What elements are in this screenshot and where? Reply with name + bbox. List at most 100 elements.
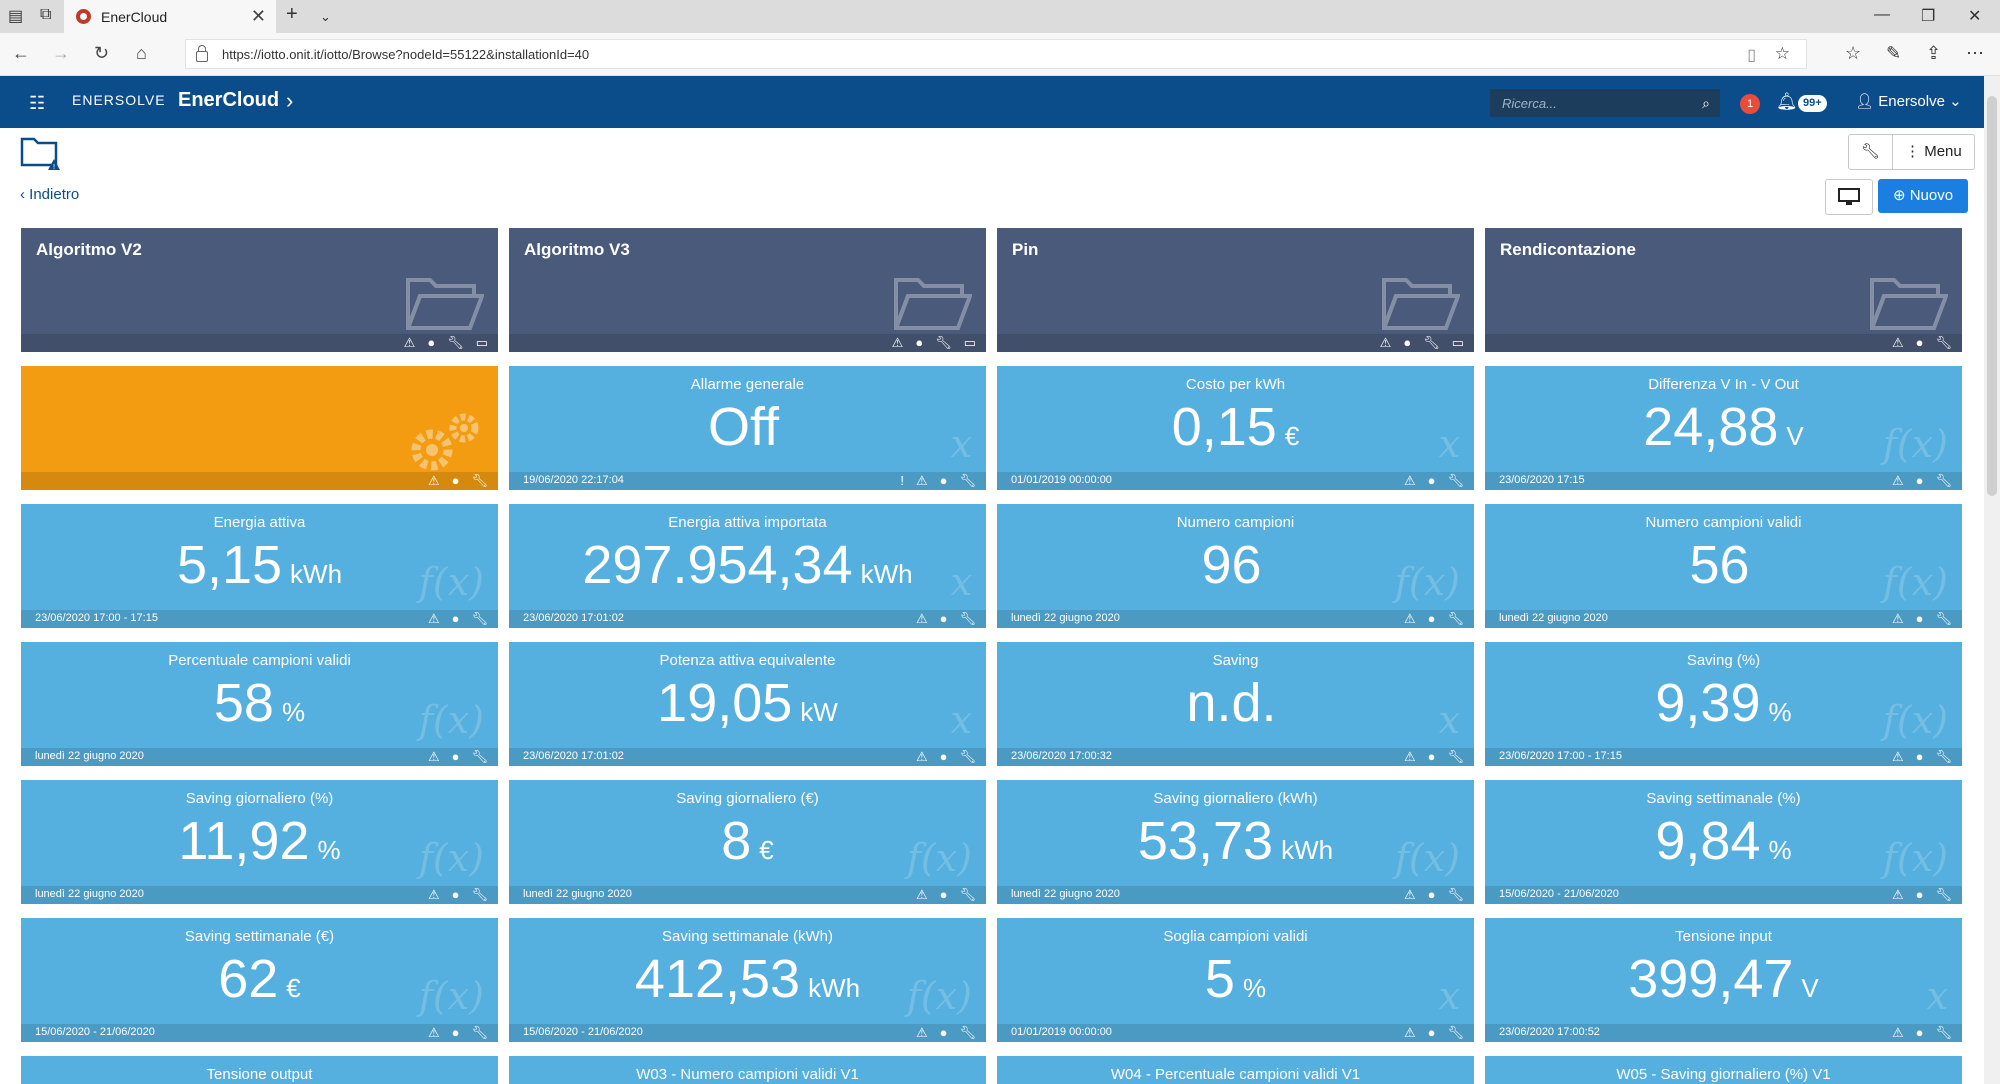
- warning-icon[interactable]: ⚠: [916, 611, 928, 627]
- comment-icon[interactable]: ●: [1428, 611, 1436, 627]
- metric-tile[interactable]: Energia attiva importata 297.954,34 kWh x…: [509, 504, 986, 628]
- comment-icon[interactable]: ●: [452, 749, 460, 765]
- comment-icon[interactable]: ●: [1428, 473, 1436, 489]
- comment-icon[interactable]: ●: [1916, 1025, 1924, 1041]
- warning-icon[interactable]: ⚠: [1892, 473, 1904, 489]
- url-field[interactable]: https://iotto.onit.it/iotto/Browse?nodeI…: [185, 39, 1807, 69]
- comment-icon[interactable]: ●: [452, 887, 460, 903]
- home-icon[interactable]: ⌂: [136, 43, 147, 64]
- comment-icon[interactable]: ●: [940, 1025, 948, 1041]
- metric-tile[interactable]: W03 - Numero campioni validi V1: [509, 1056, 986, 1084]
- notification-count-badge[interactable]: 99+: [1798, 95, 1827, 112]
- comment-icon[interactable]: ●: [1916, 611, 1924, 627]
- restore-icon[interactable]: ❐: [1921, 6, 1935, 26]
- folder-tile[interactable]: Pin ⚠ ● 🔧︎ ▭: [997, 228, 1474, 352]
- metric-tile[interactable]: Saving settimanale (€) 62 € f(x) 15/06/20…: [21, 918, 498, 1042]
- set-aside-tabs-icon[interactable]: ⧉: [40, 6, 51, 24]
- warning-icon[interactable]: ⚠: [1892, 887, 1904, 903]
- warning-icon[interactable]: ⚠: [428, 1025, 440, 1041]
- metric-tile[interactable]: Allarme generale Off x 19/06/2020 22:17:…: [509, 366, 986, 490]
- wrench-icon[interactable]: 🔧︎: [471, 887, 488, 903]
- metric-tile[interactable]: Saving (%) 9,39% f(x) 23/06/2020 17:00 -…: [1485, 642, 1962, 766]
- folder-tile[interactable]: Algoritmo V3 ⚠ ● 🔧︎ ▭: [509, 228, 986, 352]
- new-tab-icon[interactable]: +: [286, 3, 298, 26]
- exclamation-icon[interactable]: !: [900, 473, 904, 489]
- metric-tile[interactable]: Tensione output: [21, 1056, 498, 1084]
- metric-tile[interactable]: W04 - Percentuale campioni validi V1: [997, 1056, 1474, 1084]
- bell-icon[interactable]: 🔔︎: [1776, 92, 1798, 112]
- metric-tile[interactable]: Costo per kWh 0,15 € x 01/01/2019 00:00:0…: [997, 366, 1474, 490]
- browser-tab[interactable]: EnerCloud ✕: [64, 0, 276, 33]
- warning-icon[interactable]: ⚠: [1892, 1025, 1904, 1041]
- monitor-icon[interactable]: ▭: [964, 335, 976, 351]
- tab-list-chevron-icon[interactable]: ⌄: [320, 9, 331, 25]
- search-box[interactable]: Ricerca... ⌕: [1490, 89, 1720, 117]
- warning-icon[interactable]: ⚠: [428, 611, 440, 627]
- metric-tile[interactable]: Saving settimanale (kWh) 412,53 kWh f(x) …: [509, 918, 986, 1042]
- warning-icon[interactable]: ⚠: [1404, 473, 1416, 489]
- wrench-icon[interactable]: 🔧︎: [471, 611, 488, 627]
- new-button[interactable]: ⊕ Nuovo: [1878, 179, 1968, 213]
- warning-icon[interactable]: ⚠: [1404, 1025, 1416, 1041]
- wrench-icon[interactable]: 🔧︎: [935, 335, 952, 351]
- display-button[interactable]: [1825, 179, 1873, 215]
- warning-icon[interactable]: ⚠: [428, 749, 440, 765]
- tree-menu-icon[interactable]: ☷: [29, 93, 45, 114]
- warning-icon[interactable]: ⚠: [916, 1025, 928, 1041]
- user-menu[interactable]: 👤︎ Enersolve ⌄: [1855, 92, 1962, 110]
- comment-icon[interactable]: ●: [427, 335, 435, 351]
- search-icon[interactable]: ⌕: [1702, 95, 1710, 112]
- metric-tile[interactable]: Soglia campioni validi 5% x 01/01/2019 0…: [997, 918, 1474, 1042]
- wrench-icon[interactable]: 🔧︎: [1935, 749, 1952, 765]
- refresh-icon[interactable]: ↻: [94, 43, 109, 64]
- comment-icon[interactable]: ●: [452, 611, 460, 627]
- monitor-icon[interactable]: ▭: [1452, 335, 1464, 351]
- window-close-icon[interactable]: ✕: [1968, 6, 1981, 26]
- scrollbar-thumb[interactable]: [1987, 96, 1997, 496]
- metric-tile[interactable]: Numero campioni validi 56 f(x) lunedì 22…: [1485, 504, 1962, 628]
- wrench-icon[interactable]: 🔧︎: [471, 1025, 488, 1041]
- comment-icon[interactable]: ●: [1916, 335, 1924, 351]
- app-brand[interactable]: EnerCloud: [178, 89, 279, 112]
- warning-icon[interactable]: ⚠: [892, 335, 904, 351]
- warning-icon[interactable]: ⚠: [1404, 887, 1416, 903]
- comment-icon[interactable]: ●: [940, 749, 948, 765]
- metric-tile[interactable]: Saving settimanale (%) 9,84% f(x) 15/06/…: [1485, 780, 1962, 904]
- more-icon[interactable]: ⋯: [1966, 43, 1984, 64]
- warning-icon[interactable]: ⚠: [428, 473, 440, 489]
- metric-tile[interactable]: Tensione input 399,47 V x 23/06/2020 17:0…: [1485, 918, 1962, 1042]
- metric-tile[interactable]: Saving giornaliero (%) 11,92% f(x) luned…: [21, 780, 498, 904]
- wrench-button[interactable]: 🔧︎: [1849, 135, 1892, 169]
- wrench-icon[interactable]: 🔧︎: [1935, 611, 1952, 627]
- wrench-icon[interactable]: 🔧︎: [1423, 335, 1440, 351]
- menu-button[interactable]: ⋮ Menu: [1892, 135, 1974, 169]
- search-input[interactable]: Ricerca...: [1502, 96, 1702, 111]
- wrench-icon[interactable]: 🔧︎: [1447, 887, 1464, 903]
- alert-badge[interactable]: 1: [1740, 94, 1760, 114]
- comment-icon[interactable]: ●: [1916, 887, 1924, 903]
- warning-icon[interactable]: ⚠: [1380, 335, 1392, 351]
- comment-icon[interactable]: ●: [1916, 749, 1924, 765]
- comment-icon[interactable]: ●: [915, 335, 923, 351]
- minimize-icon[interactable]: —: [1874, 6, 1890, 24]
- metric-tile[interactable]: Saving n.d. x 23/06/2020 17:00:32 ⚠ ● 🔧︎: [997, 642, 1474, 766]
- metric-tile[interactable]: Saving giornaliero (€) 8 € f(x) lunedì 22…: [509, 780, 986, 904]
- metric-tile[interactable]: Differenza V In - V Out 24,88 V f(x) 23/0…: [1485, 366, 1962, 490]
- warning-icon[interactable]: ⚠: [404, 335, 416, 351]
- comment-icon[interactable]: ●: [940, 887, 948, 903]
- warning-icon[interactable]: ⚠: [916, 887, 928, 903]
- comment-icon[interactable]: ●: [1916, 473, 1924, 489]
- reading-view-icon[interactable]: ▯: [1747, 45, 1756, 65]
- wrench-icon[interactable]: 🔧︎: [959, 749, 976, 765]
- metric-tile[interactable]: Percentuale campioni validi 58% f(x) lun…: [21, 642, 498, 766]
- comment-icon[interactable]: ●: [1403, 335, 1411, 351]
- metric-tile[interactable]: Numero campioni 96 f(x) lunedì 22 giugno…: [997, 504, 1474, 628]
- close-tab-icon[interactable]: ✕: [251, 6, 266, 27]
- comment-icon[interactable]: ●: [1428, 749, 1436, 765]
- wrench-icon[interactable]: 🔧︎: [471, 473, 488, 489]
- folder-tile[interactable]: Algoritmo V2 ⚠ ● 🔧︎ ▭: [21, 228, 498, 352]
- wrench-icon[interactable]: 🔧︎: [1447, 473, 1464, 489]
- metric-tile[interactable]: Potenza attiva equivalente 19,05 kW x 23/…: [509, 642, 986, 766]
- wrench-icon[interactable]: 🔧︎: [447, 335, 464, 351]
- warning-icon[interactable]: ⚠: [1404, 749, 1416, 765]
